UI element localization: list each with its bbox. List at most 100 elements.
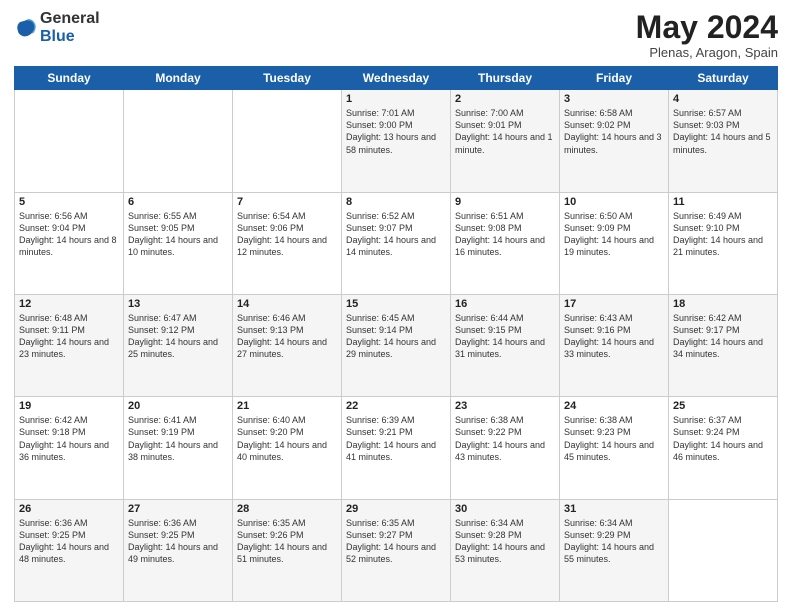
calendar-cell: 20 Sunrise: 6:41 AM Sunset: 9:19 PM Dayli… <box>124 397 233 499</box>
calendar-cell <box>669 499 778 601</box>
weekday-header-row: SundayMondayTuesdayWednesdayThursdayFrid… <box>15 67 778 90</box>
day-info: Sunrise: 6:45 AM Sunset: 9:14 PM Dayligh… <box>346 312 446 361</box>
calendar-cell: 25 Sunrise: 6:37 AM Sunset: 9:24 PM Dayli… <box>669 397 778 499</box>
day-number: 12 <box>19 298 119 310</box>
calendar-cell: 7Sunrise: 6:54 AM Sunset: 9:06 PM Daylig… <box>233 192 342 294</box>
day-number: 30 <box>455 503 555 515</box>
calendar-cell: 2 Sunrise: 7:00 AM Sunset: 9:01 PM Daylig… <box>451 90 560 192</box>
calendar-cell: 26 Sunrise: 6:36 AM Sunset: 9:25 PM Dayli… <box>15 499 124 601</box>
day-info: Sunrise: 6:39 AM Sunset: 9:21 PM Dayligh… <box>346 414 446 463</box>
calendar-cell <box>233 90 342 192</box>
day-info: Sunrise: 7:00 AM Sunset: 9:01 PM Dayligh… <box>455 107 555 156</box>
calendar-cell: 21 Sunrise: 6:40 AM Sunset: 9:20 PM Dayli… <box>233 397 342 499</box>
day-number: 17 <box>564 298 664 310</box>
calendar-cell: 17Sunrise: 6:43 AM Sunset: 9:16 PM Dayli… <box>560 294 669 396</box>
calendar-cell: 11 Sunrise: 6:49 AM Sunset: 9:10 PM Dayli… <box>669 192 778 294</box>
weekday-header-wednesday: Wednesday <box>342 67 451 90</box>
day-info: Sunrise: 6:40 AM Sunset: 9:20 PM Dayligh… <box>237 414 337 463</box>
calendar-cell: 29 Sunrise: 6:35 AM Sunset: 9:27 PM Dayli… <box>342 499 451 601</box>
calendar-cell: 8Sunrise: 6:52 AM Sunset: 9:07 PM Daylig… <box>342 192 451 294</box>
weekday-header-thursday: Thursday <box>451 67 560 90</box>
day-number: 2 <box>455 93 555 105</box>
day-number: 25 <box>673 400 773 412</box>
calendar-cell <box>124 90 233 192</box>
calendar-cell: 15Sunrise: 6:45 AM Sunset: 9:14 PM Dayli… <box>342 294 451 396</box>
day-info: Sunrise: 6:36 AM Sunset: 9:25 PM Dayligh… <box>128 517 228 566</box>
logo-blue: Blue <box>40 28 75 45</box>
calendar-cell: 23Sunrise: 6:38 AM Sunset: 9:22 PM Dayli… <box>451 397 560 499</box>
calendar-cell: 1Sunrise: 7:01 AM Sunset: 9:00 PM Daylig… <box>342 90 451 192</box>
calendar-cell: 30 Sunrise: 6:34 AM Sunset: 9:28 PM Dayli… <box>451 499 560 601</box>
day-info: Sunrise: 6:35 AM Sunset: 9:26 PM Dayligh… <box>237 517 337 566</box>
weekday-header-tuesday: Tuesday <box>233 67 342 90</box>
calendar-week-row: 26 Sunrise: 6:36 AM Sunset: 9:25 PM Dayli… <box>15 499 778 601</box>
day-info: Sunrise: 6:41 AM Sunset: 9:19 PM Dayligh… <box>128 414 228 463</box>
day-info: Sunrise: 6:56 AM Sunset: 9:04 PM Dayligh… <box>19 210 119 259</box>
day-info: Sunrise: 6:34 AM Sunset: 9:28 PM Dayligh… <box>455 517 555 566</box>
calendar-cell: 27 Sunrise: 6:36 AM Sunset: 9:25 PM Dayli… <box>124 499 233 601</box>
day-number: 6 <box>128 196 228 208</box>
calendar-week-row: 12 Sunrise: 6:48 AM Sunset: 9:11 PM Dayli… <box>15 294 778 396</box>
day-info: Sunrise: 7:01 AM Sunset: 9:00 PM Dayligh… <box>346 107 446 156</box>
calendar-cell: 31 Sunrise: 6:34 AM Sunset: 9:29 PM Dayli… <box>560 499 669 601</box>
day-number: 20 <box>128 400 228 412</box>
calendar-cell: 14 Sunrise: 6:46 AM Sunset: 9:13 PM Dayli… <box>233 294 342 396</box>
day-info: Sunrise: 6:49 AM Sunset: 9:10 PM Dayligh… <box>673 210 773 259</box>
day-number: 18 <box>673 298 773 310</box>
calendar-cell: 13Sunrise: 6:47 AM Sunset: 9:12 PM Dayli… <box>124 294 233 396</box>
day-info: Sunrise: 6:52 AM Sunset: 9:07 PM Dayligh… <box>346 210 446 259</box>
day-info: Sunrise: 6:50 AM Sunset: 9:09 PM Dayligh… <box>564 210 664 259</box>
day-info: Sunrise: 6:38 AM Sunset: 9:22 PM Dayligh… <box>455 414 555 463</box>
weekday-header-friday: Friday <box>560 67 669 90</box>
day-info: Sunrise: 6:57 AM Sunset: 9:03 PM Dayligh… <box>673 107 773 156</box>
day-number: 19 <box>19 400 119 412</box>
day-info: Sunrise: 6:37 AM Sunset: 9:24 PM Dayligh… <box>673 414 773 463</box>
day-info: Sunrise: 6:36 AM Sunset: 9:25 PM Dayligh… <box>19 517 119 566</box>
calendar-cell <box>15 90 124 192</box>
calendar-cell: 24Sunrise: 6:38 AM Sunset: 9:23 PM Dayli… <box>560 397 669 499</box>
weekday-header-sunday: Sunday <box>15 67 124 90</box>
title-block: May 2024 Plenas, Aragon, Spain <box>636 10 778 60</box>
day-info: Sunrise: 6:35 AM Sunset: 9:27 PM Dayligh… <box>346 517 446 566</box>
day-info: Sunrise: 6:34 AM Sunset: 9:29 PM Dayligh… <box>564 517 664 566</box>
weekday-header-monday: Monday <box>124 67 233 90</box>
day-info: Sunrise: 6:51 AM Sunset: 9:08 PM Dayligh… <box>455 210 555 259</box>
calendar-cell: 28Sunrise: 6:35 AM Sunset: 9:26 PM Dayli… <box>233 499 342 601</box>
location-subtitle: Plenas, Aragon, Spain <box>636 45 778 60</box>
day-info: Sunrise: 6:44 AM Sunset: 9:15 PM Dayligh… <box>455 312 555 361</box>
day-number: 4 <box>673 93 773 105</box>
day-info: Sunrise: 6:48 AM Sunset: 9:11 PM Dayligh… <box>19 312 119 361</box>
calendar-cell: 10 Sunrise: 6:50 AM Sunset: 9:09 PM Dayli… <box>560 192 669 294</box>
day-number: 27 <box>128 503 228 515</box>
calendar-cell: 6 Sunrise: 6:55 AM Sunset: 9:05 PM Daylig… <box>124 192 233 294</box>
header: General Blue May 2024 Plenas, Aragon, Sp… <box>14 10 778 60</box>
day-number: 10 <box>564 196 664 208</box>
day-info: Sunrise: 6:47 AM Sunset: 9:12 PM Dayligh… <box>128 312 228 361</box>
day-number: 11 <box>673 196 773 208</box>
day-info: Sunrise: 6:42 AM Sunset: 9:18 PM Dayligh… <box>19 414 119 463</box>
weekday-header-saturday: Saturday <box>669 67 778 90</box>
day-number: 9 <box>455 196 555 208</box>
logo: General Blue <box>14 10 100 45</box>
logo-text: General Blue <box>40 10 100 45</box>
day-number: 22 <box>346 400 446 412</box>
day-number: 26 <box>19 503 119 515</box>
day-number: 5 <box>19 196 119 208</box>
calendar-cell: 12 Sunrise: 6:48 AM Sunset: 9:11 PM Dayli… <box>15 294 124 396</box>
calendar-week-row: 5 Sunrise: 6:56 AM Sunset: 9:04 PM Daylig… <box>15 192 778 294</box>
day-info: Sunrise: 6:58 AM Sunset: 9:02 PM Dayligh… <box>564 107 664 156</box>
calendar-cell: 18Sunrise: 6:42 AM Sunset: 9:17 PM Dayli… <box>669 294 778 396</box>
day-number: 29 <box>346 503 446 515</box>
day-number: 31 <box>564 503 664 515</box>
calendar-cell: 3 Sunrise: 6:58 AM Sunset: 9:02 PM Daylig… <box>560 90 669 192</box>
calendar-week-row: 1Sunrise: 7:01 AM Sunset: 9:00 PM Daylig… <box>15 90 778 192</box>
day-info: Sunrise: 6:46 AM Sunset: 9:13 PM Dayligh… <box>237 312 337 361</box>
day-number: 21 <box>237 400 337 412</box>
day-number: 3 <box>564 93 664 105</box>
calendar-cell: 9 Sunrise: 6:51 AM Sunset: 9:08 PM Daylig… <box>451 192 560 294</box>
month-title: May 2024 <box>636 10 778 45</box>
calendar-cell: 16Sunrise: 6:44 AM Sunset: 9:15 PM Dayli… <box>451 294 560 396</box>
calendar-table: SundayMondayTuesdayWednesdayThursdayFrid… <box>14 66 778 602</box>
day-number: 14 <box>237 298 337 310</box>
day-info: Sunrise: 6:55 AM Sunset: 9:05 PM Dayligh… <box>128 210 228 259</box>
